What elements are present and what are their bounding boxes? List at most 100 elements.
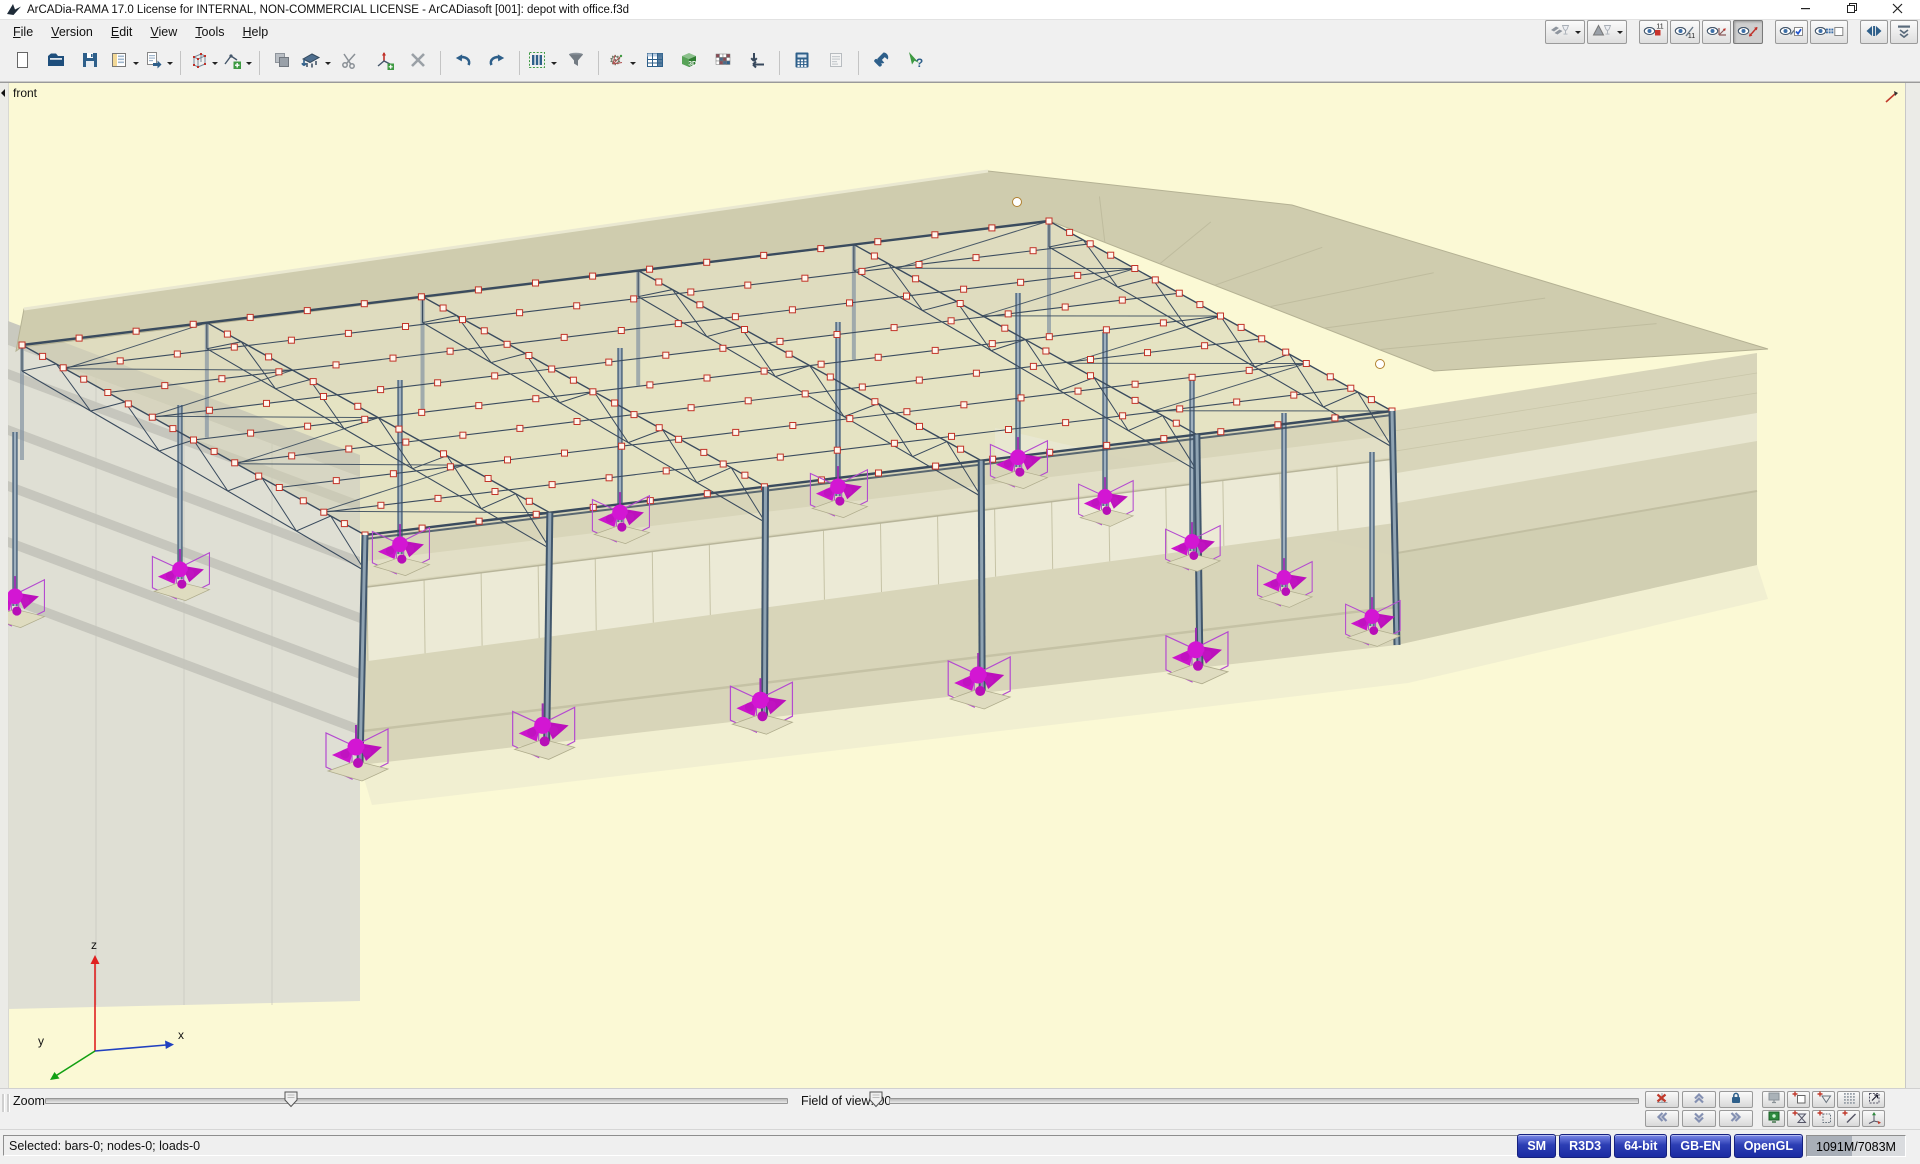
move-node-button[interactable] [368,47,400,79]
menu-help[interactable]: Help [233,22,277,42]
zoom-drop-button[interactable] [1812,1091,1835,1108]
settings-wrench-button[interactable] [865,47,897,79]
collapse-toolbars-button[interactable] [1860,20,1888,44]
section-show-button[interactable] [1587,20,1627,44]
filter-button[interactable] [560,47,592,79]
context-help-button[interactable]: ? [899,47,931,79]
dropdown-arrow-icon[interactable] [133,62,139,68]
menu-version[interactable]: Version [42,22,102,42]
undo-icon [453,50,473,75]
filter-icon [566,50,586,75]
calculator-button[interactable] [786,47,818,79]
grip [2,1094,5,1112]
pan-down-icon [1691,1109,1707,1128]
show-node-numbers-button[interactable]: 11 [1639,20,1668,44]
add-node-icon [222,50,242,75]
calculator-icon [792,50,812,75]
show-grid-check-button[interactable] [1810,20,1848,44]
mosaic-view-button[interactable] [707,47,739,79]
dropdown-arrow-icon[interactable] [246,62,252,68]
zoom-time-button[interactable] [1787,1110,1810,1127]
view-nav-panel [1645,1091,1887,1129]
show-supports-button[interactable] [1702,20,1731,44]
dropdown-arrow-icon[interactable] [630,62,636,68]
zoom-time-icon [1791,1109,1807,1128]
section-hide-button[interactable] [1545,20,1585,44]
view-axes-button[interactable] [1862,1110,1885,1127]
add-node-button[interactable] [221,47,253,79]
dropdown-arrow-icon[interactable] [167,62,173,68]
new-document-button[interactable] [6,47,38,79]
delete-button[interactable] [402,47,434,79]
calculation-settings-button[interactable]: ⚙ [605,47,637,79]
dropdown-arrow-icon[interactable] [325,62,331,68]
pan-left-button[interactable] [1645,1110,1679,1127]
pan-up-button[interactable] [1682,1091,1716,1108]
open-project-button[interactable] [40,47,72,79]
zoom-extents-button[interactable] [1862,1091,1885,1108]
roof-generator-button[interactable] [300,47,332,79]
minimize-button[interactable] [1782,0,1828,19]
dropdown-arrow-icon[interactable] [1617,31,1623,37]
lock-view-button[interactable] [1719,1091,1753,1108]
screen-capture-button[interactable] [1762,1091,1785,1108]
show-bar-numbers-button[interactable]: 11 [1670,20,1700,44]
pan-down-button[interactable] [1682,1110,1716,1127]
model-viewport[interactable]: zyx front [0,82,1920,1088]
menu-edit[interactable]: Edit [102,22,142,42]
dropdown-arrow-icon[interactable] [212,62,218,68]
menu-tools[interactable]: Tools [186,22,233,42]
model-3d-scene[interactable]: zyx [8,83,1906,1089]
zoom-extents-icon [1866,1090,1882,1109]
view-3d-button[interactable]: 3D [673,47,705,79]
show-supports-icon [1706,21,1727,44]
viewport-corner-icon[interactable] [1884,90,1900,104]
view-control-bar: Zoom Field of view: 00 [0,1088,1920,1129]
print-report-icon [143,50,163,75]
tables-button[interactable] [639,47,671,79]
move-node-icon [374,50,394,75]
delete-view-icon [1654,1090,1670,1109]
fov-slider-thumb[interactable] [869,1091,883,1108]
tables-icon [645,50,665,75]
zoom-page-button[interactable] [1812,1110,1835,1127]
redo-button[interactable] [481,47,513,79]
fov-slider-track[interactable] [889,1098,1639,1104]
show-bars-check-button[interactable] [1775,20,1808,44]
restore-button[interactable] [1828,0,1874,19]
pan-right-button[interactable] [1719,1110,1753,1127]
toolbar-separator [519,51,520,75]
bar-view-button[interactable] [526,47,558,79]
undo-button[interactable] [447,47,479,79]
frame-3d-button[interactable] [187,47,219,79]
copy-elements-button[interactable] [266,47,298,79]
delete-view-button[interactable] [1645,1091,1679,1108]
close-button[interactable] [1874,0,1920,19]
zoom-slider-thumb[interactable] [284,1091,298,1108]
show-dimensions-button[interactable] [1733,20,1763,44]
print-report-button[interactable] [142,47,174,79]
menu-view[interactable]: View [141,22,186,42]
screen-active-button[interactable] [1762,1110,1785,1127]
dropdown-arrow-icon[interactable] [1575,31,1581,37]
collapse-left-icon [1,89,5,97]
show-grid-check-icon [1814,21,1844,44]
grid-toggle-button[interactable] [1837,1091,1860,1108]
report-button[interactable] [820,47,852,79]
zoom-window-button[interactable] [1787,1091,1810,1108]
dropdown-arrow-icon[interactable] [551,62,557,68]
collapse-toolbars-icon [1864,21,1884,44]
minimize-icon [1797,0,1814,19]
show-bar-numbers-icon: 11 [1674,21,1696,44]
align-button[interactable] [741,47,773,79]
zoom-slider-track[interactable] [45,1098,788,1104]
project-manager-button[interactable] [108,47,140,79]
cut-button[interactable] [334,47,366,79]
zoom-line-button[interactable] [1837,1110,1860,1127]
menu-file[interactable]: File [4,22,42,42]
toolbar-separator [180,51,181,75]
save-project-button[interactable] [74,47,106,79]
roof-generator-icon [301,50,321,75]
panel-menu-button[interactable] [1890,20,1918,44]
right-panel-handle[interactable] [1905,83,1920,1088]
